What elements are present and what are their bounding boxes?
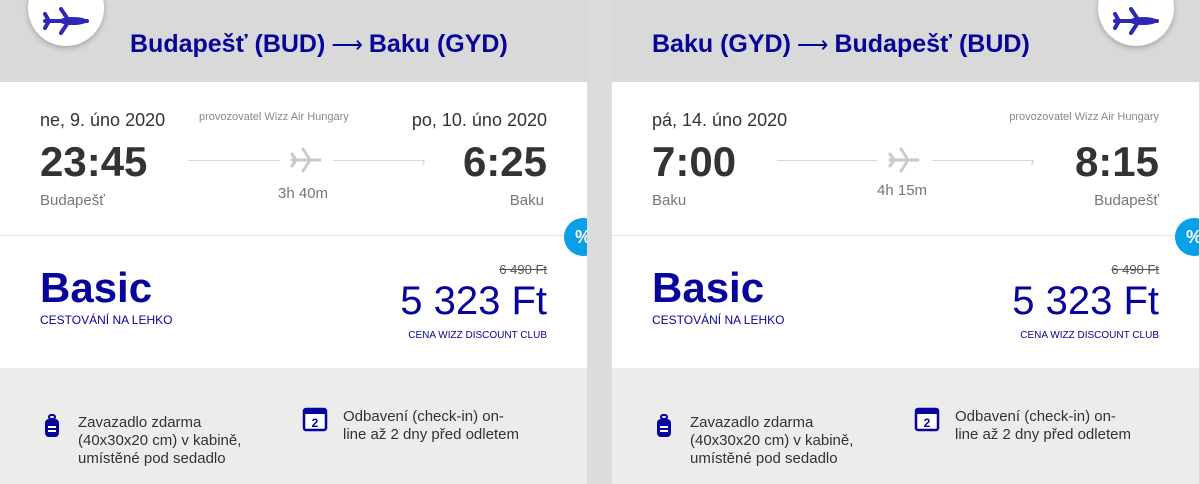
flight-details: ne, 9. úno 2020 provozovatel Wizz Air Hu…	[0, 82, 587, 236]
original-price: 6 490 Ft	[1111, 262, 1159, 277]
route-title: Baku (GYD) ⟶ Budapešť (BUD)	[652, 30, 1030, 59]
calendar-number: 2	[924, 416, 931, 430]
original-price: 6 490 Ft	[499, 262, 547, 277]
card-header: Baku (GYD) ⟶ Budapešť (BUD)	[612, 0, 1199, 82]
route-arrow: ⟶	[331, 32, 363, 57]
calendar-number: 2	[312, 416, 319, 430]
fare-name: Basic	[40, 264, 153, 311]
route-arrow: ⟶	[796, 32, 829, 57]
route-title: Budapešť (BUD) ⟶ Baku (GYD)	[130, 30, 508, 59]
backpack-icon	[45, 414, 59, 437]
fare-name: Basic	[652, 264, 765, 311]
flight-duration: 4h 15m	[877, 182, 928, 199]
discounted-price: 5 323 Ft	[400, 279, 547, 323]
departure-date: pá, 14. úno 2020	[652, 110, 788, 130]
fare-subtitle: CESTOVÁNÍ NA LEHKO	[40, 313, 173, 327]
flight-duration: 3h 40m	[278, 185, 329, 202]
backpack-icon	[657, 414, 671, 437]
fare-subtitle: CESTOVÁNÍ NA LEHKO	[652, 313, 785, 327]
departure-city: Budapešť	[40, 192, 105, 209]
arrival-city: Baku	[509, 192, 544, 209]
fare-section[interactable]: Basic CESTOVÁNÍ NA LEHKO 6 490 Ft 5 323 …	[0, 236, 587, 368]
fare-section[interactable]: Basic CESTOVÁNÍ NA LEHKO 6 490 Ft 5 323 …	[612, 236, 1199, 368]
route-line-left	[188, 160, 280, 161]
benefits-section: Zavazadlo zdarma (40x30x20 cm) v kabině,…	[0, 368, 587, 484]
calendar-icon: 2	[302, 407, 328, 432]
flight-card-outbound[interactable]: Budapešť (BUD) ⟶ Baku (GYD) ne, 9. úno 202…	[0, 0, 587, 484]
plane-small-icon	[888, 147, 920, 173]
benefits-section: Zavazadlo zdarma (40x30x20 cm) v kabině,…	[612, 368, 1199, 484]
departure-date: ne, 9. úno 2020	[40, 110, 166, 130]
calendar-icon: 2	[914, 407, 940, 432]
discounted-price: 5 323 Ft	[1012, 279, 1159, 323]
route-to: Budapešť (BUD)	[834, 30, 1030, 58]
arrival-time: 8:15	[1074, 138, 1159, 185]
operator-label: provozovatel Wizz Air Hungary	[199, 111, 349, 123]
route-arrow-head-icon: ›	[421, 154, 426, 169]
departure-city: Baku	[652, 192, 687, 209]
discount-club-label: CENA WIZZ DISCOUNT CLUB	[408, 330, 547, 341]
operator-label: provozovatel Wizz Air Hungary	[1009, 111, 1159, 123]
plane-small-icon	[290, 147, 322, 173]
benefit-checkin: Odbavení (check-in) on- line až 2 dny př…	[343, 408, 519, 443]
plane-icon	[43, 7, 89, 35]
arrival-date: po, 10. úno 2020	[411, 110, 547, 130]
card-header: Budapešť (BUD) ⟶ Baku (GYD)	[0, 0, 587, 82]
flight-card-return[interactable]: Baku (GYD) ⟶ Budapešť (BUD) pá, 14. úno 20…	[612, 0, 1199, 484]
route-arrow-head-icon: ›	[1030, 154, 1035, 169]
departure-time: 23:45	[40, 138, 148, 185]
route-from: Budapešť (BUD)	[130, 30, 326, 58]
route-to: Baku (GYD)	[368, 30, 508, 58]
discount-club-label: CENA WIZZ DISCOUNT CLUB	[1020, 330, 1159, 341]
route-line-right	[333, 160, 425, 161]
route-line-right	[932, 160, 1034, 161]
departure-time: 7:00	[652, 138, 737, 185]
plane-icon	[1113, 7, 1159, 35]
benefit-checkin: Odbavení (check-in) on- line až 2 dny př…	[955, 408, 1131, 443]
route-from: Baku (GYD)	[652, 30, 791, 58]
arrival-time: 6:25	[462, 138, 547, 185]
arrival-city: Budapešť	[1094, 192, 1159, 209]
flight-details: pá, 14. úno 2020 provozovatel Wizz Air H…	[612, 82, 1199, 236]
route-line-left	[777, 160, 877, 161]
plane-badge	[1098, 0, 1174, 46]
plane-badge	[28, 0, 104, 46]
benefit-cabin-bag: Zavazadlo zdarma (40x30x20 cm) v kabině,…	[78, 414, 242, 467]
benefit-cabin-bag: Zavazadlo zdarma (40x30x20 cm) v kabině,…	[690, 414, 854, 467]
